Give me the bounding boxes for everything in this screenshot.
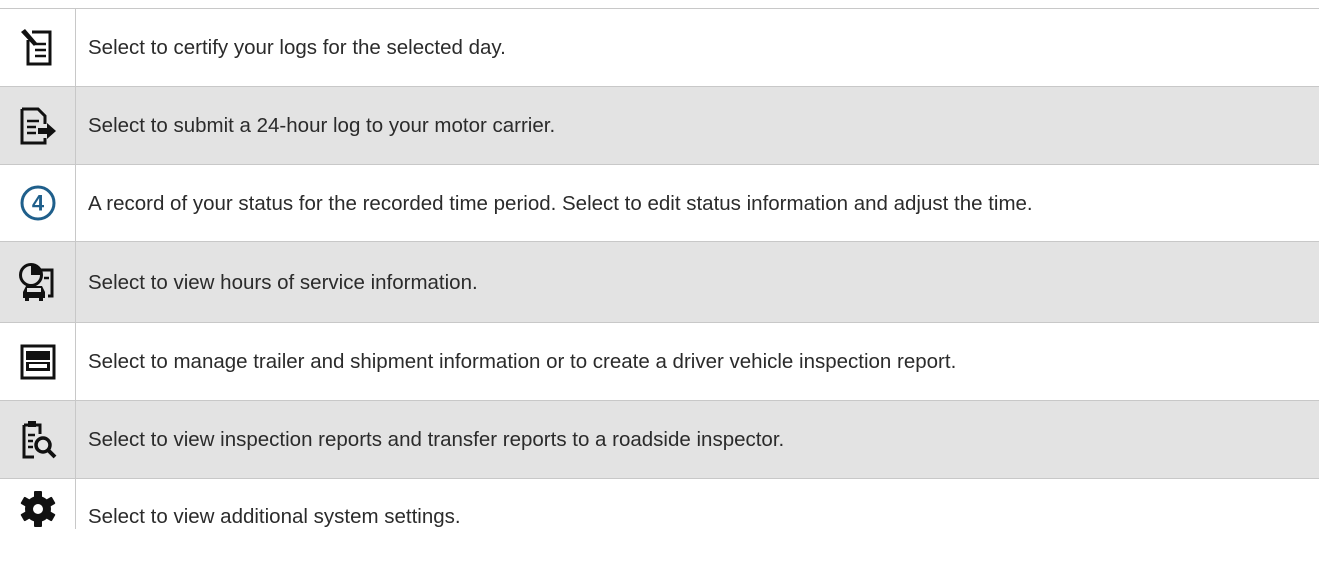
icon-cell [0, 9, 76, 86]
truck-icon [20, 344, 55, 379]
table-row: Select to submit a 24-hour log to your m… [0, 87, 1319, 165]
inspection-report-icon [22, 420, 56, 458]
icon-cell: 4 [0, 165, 76, 241]
table-row: Select to manage trailer and shipment in… [0, 323, 1319, 401]
certify-log-icon [20, 28, 51, 65]
circled-number-label: 4 [31, 191, 44, 216]
submit-log-icon [20, 107, 56, 144]
row-description: Select to view additional system setting… [88, 505, 461, 528]
icon-cell [0, 87, 76, 164]
icon-cell [0, 323, 76, 400]
row-description: Select to certify your logs for the sele… [88, 36, 506, 59]
circled-number-4-icon: 4 [20, 185, 55, 221]
icon-cell [0, 242, 76, 322]
icon-description-table: Select to certify your logs for the sele… [0, 8, 1319, 564]
table-row: Select to view inspection reports and tr… [0, 401, 1319, 479]
row-description: A record of your status for the recorded… [88, 191, 1033, 215]
hours-of-service-icon [18, 263, 53, 301]
settings-gear-icon [20, 491, 55, 527]
row-description: Select to view inspection reports and tr… [88, 428, 785, 451]
icon-cell [0, 479, 76, 529]
row-description: Select to view hours of service informat… [88, 270, 478, 294]
table-row: Select to view hours of service informat… [0, 242, 1319, 323]
row-description: Select to submit a 24-hour log to your m… [88, 114, 556, 137]
table-row: Select to view additional system setting… [0, 479, 1319, 564]
table-row: 4 A record of your status for the record… [0, 165, 1319, 242]
row-description: Select to manage trailer and shipment in… [88, 350, 957, 373]
icon-cell [0, 401, 76, 478]
table-row: Select to certify your logs for the sele… [0, 9, 1319, 87]
